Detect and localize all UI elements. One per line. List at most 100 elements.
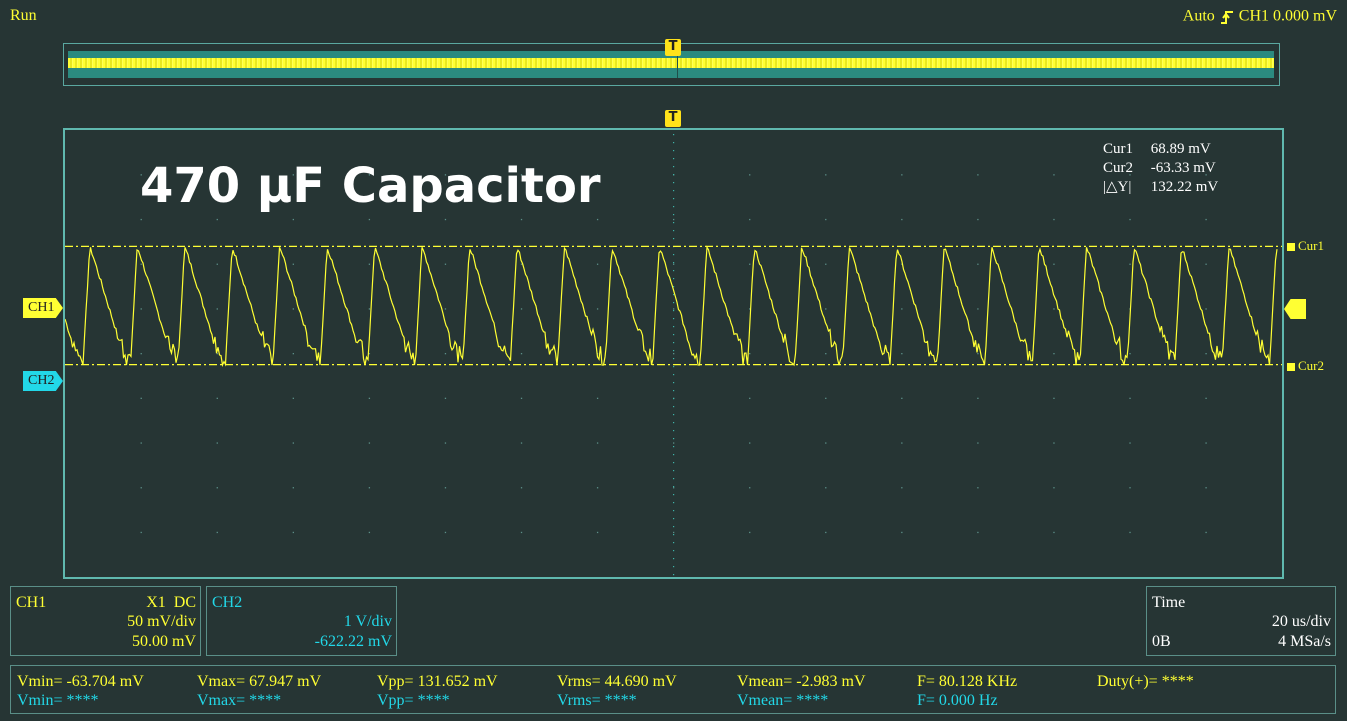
graticule-dot bbox=[901, 174, 903, 176]
graticule-dot bbox=[292, 397, 294, 399]
overview-trigger-marker[interactable]: T bbox=[665, 39, 681, 56]
trigger-level: 0.000 mV bbox=[1273, 7, 1337, 25]
ch2-vmin: Vmin= **** bbox=[17, 692, 99, 709]
graticule-dot bbox=[596, 263, 599, 265]
ch1-panel-title: CH1 bbox=[16, 594, 47, 611]
center-vertical-dot bbox=[673, 182, 675, 184]
graticule-dot bbox=[673, 353, 675, 355]
graticule-dot bbox=[216, 263, 218, 265]
cursor1-marker[interactable]: Cur1 bbox=[1287, 238, 1324, 254]
trigger-status[interactable]: Auto CH1 0.000 mV bbox=[1183, 7, 1337, 25]
graticule-dot bbox=[749, 263, 751, 265]
ch2-settings-panel[interactable]: CH2 1 V/div -622.22 mV bbox=[206, 586, 397, 656]
center-vertical-dot bbox=[673, 342, 675, 344]
graticule-dot bbox=[596, 487, 599, 489]
center-vertical-dot bbox=[673, 150, 675, 152]
delta-readout: |△Y| 132.22 mV bbox=[1103, 178, 1218, 197]
cursor1-marker-label: Cur1 bbox=[1298, 238, 1324, 253]
trigger-level-marker[interactable] bbox=[1284, 299, 1306, 319]
center-vertical-dot bbox=[673, 510, 675, 512]
graticule-dot bbox=[1053, 442, 1055, 444]
ch1-probe-coupling: X1 DC bbox=[146, 594, 196, 612]
graticule-dot bbox=[444, 218, 447, 221]
graticule-dot bbox=[140, 531, 142, 534]
ch1-settings-panel[interactable]: CH1 X1 DC 50 mV/div 50.00 mV bbox=[10, 586, 201, 656]
trigger-position-marker[interactable]: T bbox=[665, 110, 681, 127]
graticule-dot bbox=[292, 263, 294, 265]
center-vertical-dot bbox=[673, 486, 675, 488]
graticule-dot bbox=[749, 353, 751, 355]
center-vertical-dot bbox=[673, 518, 675, 520]
graticule-dot bbox=[825, 263, 827, 265]
cursor2-marker-icon bbox=[1287, 363, 1295, 372]
graticule-dot bbox=[368, 397, 371, 399]
graticule-dot bbox=[216, 308, 218, 310]
run-status: Run bbox=[10, 7, 37, 24]
graticule-dot bbox=[1129, 263, 1131, 265]
ch2-offset: -622.22 mV bbox=[314, 633, 392, 650]
graticule-dot bbox=[825, 174, 827, 176]
graticule-dot bbox=[444, 442, 447, 444]
center-vertical-dot bbox=[673, 230, 675, 232]
center-vertical-dot bbox=[673, 494, 675, 496]
graticule-dot bbox=[977, 263, 979, 265]
measurements-panel[interactable]: Vmin= -63.704 mV Vmax= 67.947 mV Vpp= 13… bbox=[10, 665, 1336, 714]
graticule-dot bbox=[140, 397, 142, 399]
cursor2-marker[interactable]: Cur2 bbox=[1287, 358, 1324, 374]
graticule-dot bbox=[749, 218, 751, 221]
graticule-dot bbox=[520, 531, 523, 534]
cursor1-label: Cur1 bbox=[1103, 141, 1133, 157]
graticule-dot bbox=[825, 353, 827, 355]
graticule-dot bbox=[368, 531, 371, 534]
ch1-trace bbox=[65, 245, 1278, 368]
graticule-dot bbox=[140, 487, 142, 489]
graticule-dot bbox=[901, 353, 903, 355]
graticule-dot bbox=[1205, 263, 1207, 265]
center-vertical-dot bbox=[673, 526, 675, 528]
graticule-dot bbox=[1129, 397, 1131, 399]
center-vertical-dot bbox=[673, 454, 675, 456]
center-vertical-dot bbox=[673, 326, 675, 328]
graticule-dot bbox=[673, 218, 675, 221]
graticule-dot bbox=[749, 487, 751, 489]
graticule-dot bbox=[140, 353, 142, 355]
center-vertical-dot bbox=[673, 462, 675, 464]
graticule-dot bbox=[520, 487, 523, 489]
graticule-dot bbox=[977, 442, 979, 444]
cursor1-readout: Cur1 68.89 mV bbox=[1103, 140, 1218, 159]
graticule-dot bbox=[749, 531, 751, 534]
center-vertical-dot bbox=[673, 470, 675, 472]
graticule-dot bbox=[977, 174, 979, 176]
graticule-dot bbox=[977, 353, 979, 355]
graticule-dot bbox=[1205, 442, 1207, 444]
graticule-dot bbox=[444, 308, 447, 310]
center-vertical-dot bbox=[673, 318, 675, 320]
cursor2-marker-label: Cur2 bbox=[1298, 358, 1324, 373]
center-vertical-dot bbox=[673, 502, 675, 504]
graticule-dot bbox=[292, 308, 294, 310]
center-vertical-dot bbox=[673, 302, 675, 304]
ch1-offset: 50.00 mV bbox=[132, 633, 196, 650]
center-vertical-dot bbox=[673, 270, 675, 272]
center-vertical-dot bbox=[673, 238, 675, 240]
graticule-dot bbox=[444, 531, 447, 534]
memory-depth: 0B bbox=[1152, 633, 1171, 650]
graticule-dot bbox=[901, 442, 903, 444]
ch2-frequency: F= 0.000 Hz bbox=[917, 692, 998, 709]
center-vertical-dot bbox=[673, 278, 675, 280]
ch2-ground-marker[interactable]: CH2 bbox=[23, 371, 63, 391]
ch1-scale: 50 mV/div bbox=[127, 613, 196, 630]
center-vertical-dot bbox=[673, 414, 675, 416]
overlay-title: 470 µF Capacitor bbox=[140, 158, 601, 214]
graticule-dot bbox=[749, 442, 751, 444]
graticule-dot bbox=[520, 353, 523, 355]
graticule-dot bbox=[596, 442, 599, 444]
center-vertical-dot bbox=[673, 134, 675, 136]
ch2-scale: 1 V/div bbox=[343, 613, 392, 630]
center-vertical-dot bbox=[673, 350, 675, 352]
graticule-dot bbox=[901, 218, 903, 221]
timebase-panel[interactable]: Time 20 us/div 0B 4 MSa/s bbox=[1146, 586, 1336, 656]
graticule-dot bbox=[216, 487, 218, 489]
center-vertical-dot bbox=[673, 550, 675, 552]
ch1-ground-marker[interactable]: CH1 bbox=[23, 298, 63, 318]
